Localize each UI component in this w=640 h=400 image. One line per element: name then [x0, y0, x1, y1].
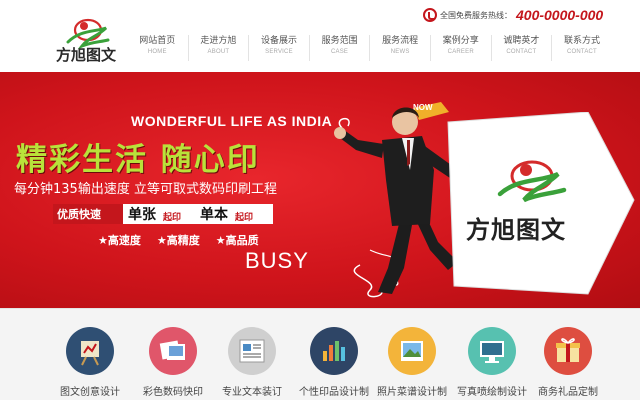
nav-label: 服务流程 — [382, 36, 419, 46]
banner-subline: 每分钟135输出速度 立等可取式数码印刷工程 — [14, 182, 277, 197]
feature-item: ★高精度 — [156, 234, 200, 247]
service-label: 个性印品设计制 — [299, 387, 369, 398]
picture-frame-icon — [388, 327, 436, 375]
service-item-binding[interactable]: 专业文本装订 — [214, 327, 290, 398]
service-item-inkjet[interactable]: 写真喷绘制设计 — [454, 327, 530, 398]
nav-label: 联系方式 — [563, 36, 600, 46]
nav-item-about[interactable]: 走进方旭 ABOUT — [187, 35, 249, 61]
service-label: 专业文本装订 — [222, 387, 282, 398]
nav-label: 走进方旭 — [200, 36, 237, 46]
phone-icon — [423, 8, 437, 22]
service-item-digital-print[interactable]: 彩色数码快印 — [135, 327, 211, 398]
nav-label: 服务范围 — [321, 36, 358, 46]
hero-banner[interactable]: WONDERFUL LIFE AS INDIA NOW 精彩生活 随心印 每分钟… — [0, 72, 640, 308]
option-single-sheet: 单张 — [128, 207, 156, 223]
service-strip: 图文创意设计 彩色数码快印 专业文本装订 个性印品设计制 照片菜谱设计制 写真喷… — [0, 308, 640, 400]
busy-label: BUSY — [245, 248, 309, 273]
nav-sublabel: CASE — [331, 49, 349, 55]
nav-sublabel: ABOUT — [207, 49, 230, 55]
brand-name: 方旭图文 — [56, 46, 117, 64]
service-item-gift[interactable]: 商务礼品定制 — [530, 327, 606, 398]
nav-item-service[interactable]: 设备展示 SERVICE — [248, 35, 309, 61]
feature-list: ★高速度 ★高精度 ★高品质 — [98, 232, 275, 248]
nav-sublabel: CONTACT — [566, 49, 597, 55]
option-single-sheet-suffix: 起印 — [163, 213, 182, 223]
service-label: 图文创意设计 — [60, 387, 120, 398]
nav-item-contact[interactable]: 联系方式 CONTACT — [551, 35, 612, 61]
nav-sublabel: CONTACT — [506, 49, 537, 55]
service-label: 商务礼品定制 — [538, 387, 598, 398]
hotline-number[interactable]: 400-0000-000 — [516, 7, 603, 23]
option-single-book: 单本 — [200, 207, 228, 223]
nav-label: 网站首页 — [139, 36, 176, 46]
nav-item-recruit[interactable]: 诚聘英才 CONTACT — [490, 35, 552, 61]
nav-item-case[interactable]: 服务范围 CASE — [308, 35, 370, 61]
nav-sublabel: HOME — [147, 49, 167, 55]
banner-tagline-en: WONDERFUL LIFE AS INDIA — [131, 113, 333, 129]
service-label: 写真喷绘制设计 — [457, 387, 527, 398]
nav-item-career[interactable]: 案例分享 CAREER — [429, 35, 491, 61]
nav-sublabel: NEWS — [390, 49, 410, 55]
service-item-photo-menu[interactable]: 照片菜谱设计制 — [374, 327, 450, 398]
monitor-display-icon — [468, 327, 516, 375]
nav-label: 诚聘英才 — [503, 36, 540, 46]
site-header: 方旭图文 全国免费服务热线： 400-0000-000 网站首页 HOME 走进… — [0, 0, 640, 72]
sign-brand-name: 方旭图文 — [466, 216, 566, 244]
document-binding-icon — [228, 327, 276, 375]
service-label: 照片菜谱设计制 — [377, 387, 447, 398]
hotline-label: 全国免费服务热线： — [440, 10, 512, 20]
nav-label: 设备展示 — [260, 36, 297, 46]
nav-item-news[interactable]: 服务流程 NEWS — [369, 35, 430, 61]
service-label: 彩色数码快印 — [143, 387, 203, 398]
easel-chart-icon — [66, 327, 114, 375]
nav-sublabel: SERVICE — [265, 49, 293, 55]
feature-item: ★高品质 — [215, 234, 259, 247]
quality-badge-label: 优质快速 — [57, 208, 101, 221]
gift-box-icon — [544, 327, 592, 375]
service-item-creative-design[interactable]: 图文创意设计 — [52, 327, 128, 398]
nav-item-home[interactable]: 网站首页 HOME — [127, 35, 188, 61]
equalizer-bars-icon — [310, 327, 358, 375]
hotline: 全国免费服务热线： 400-0000-000 — [423, 5, 603, 25]
nav-sublabel: CAREER — [447, 49, 474, 55]
main-nav: 网站首页 HOME 走进方旭 ABOUT 设备展示 SERVICE 服务范围 C… — [127, 35, 612, 61]
feature-item: ★高速度 — [98, 234, 141, 247]
service-item-custom-print[interactable]: 个性印品设计制 — [296, 327, 372, 398]
nav-label: 案例分享 — [442, 36, 479, 46]
option-single-book-suffix: 起印 — [235, 213, 254, 223]
banner-slogan: 精彩生活 随心印 — [16, 142, 260, 178]
photo-prints-icon — [149, 327, 197, 375]
